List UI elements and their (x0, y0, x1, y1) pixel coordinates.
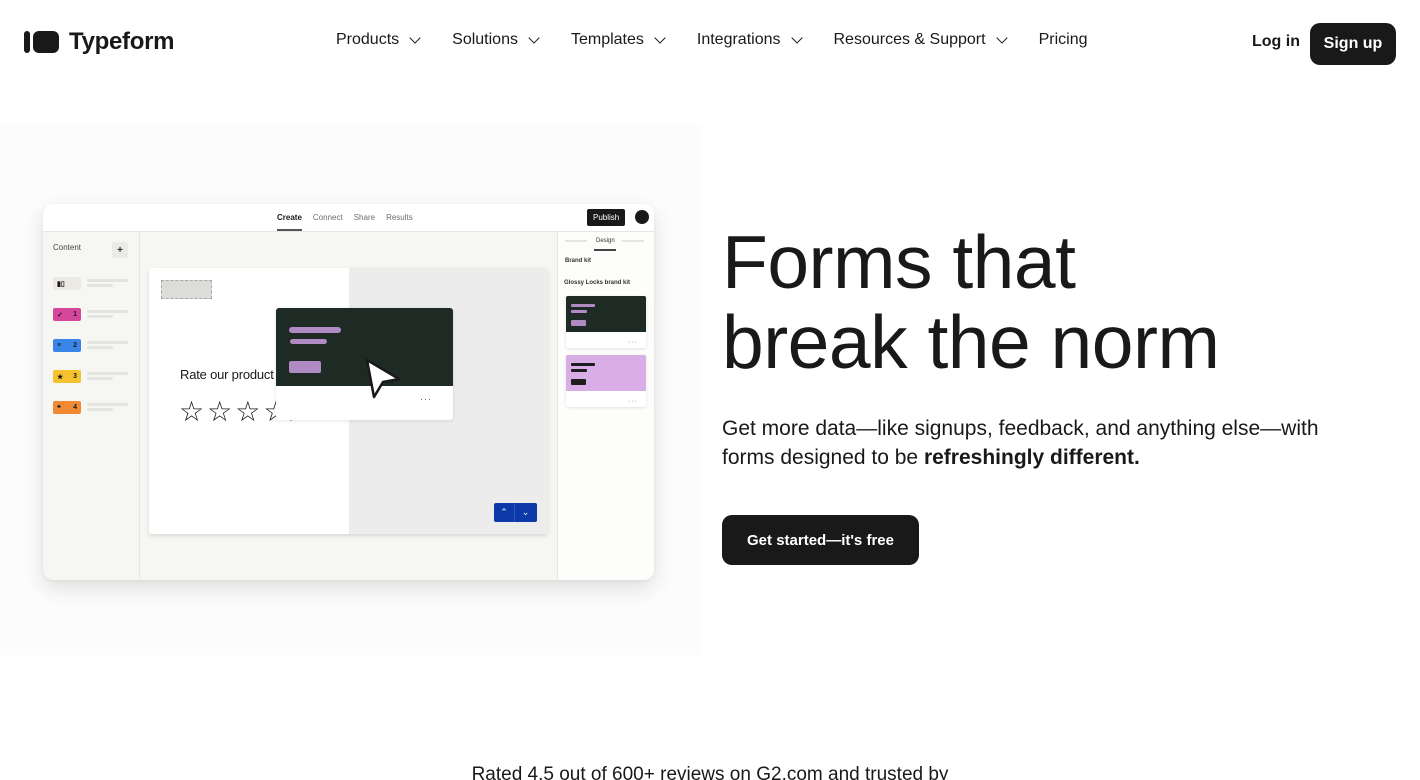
preview-toolbar: Create Connect Share Results Publish (43, 204, 654, 232)
brand-kit-card[interactable]: ··· (566, 355, 646, 407)
chevron-down-icon (654, 31, 666, 44)
tab-results[interactable]: Results (386, 213, 413, 222)
subtext-bold: refreshingly different. (923, 446, 1140, 469)
question-glyph: ★ (57, 373, 64, 381)
kit-swatch (566, 355, 646, 391)
quote-icon: ❝ 4 (53, 401, 81, 414)
question-item-2[interactable]: ≡ 2 (53, 339, 129, 353)
brand-kit-card[interactable]: ··· (566, 296, 646, 348)
menu-item-label: Solutions (452, 31, 518, 48)
product-preview: Create Connect Share Results Publish Con… (43, 204, 654, 580)
menu-item-templates[interactable]: Templates (570, 31, 666, 49)
menu-item-resources-support[interactable]: Resources & Support (833, 31, 1008, 49)
preview-tabs: Create Connect Share Results (277, 213, 413, 231)
chevron-down-icon (790, 31, 803, 44)
star-icon[interactable]: ☆ (235, 398, 260, 426)
menu-item-label: Templates (570, 31, 644, 48)
question-glyph: ❝ (57, 404, 61, 412)
menu-item-label: Integrations (696, 31, 781, 48)
kit-name: Glossy Locks brand kit (564, 280, 631, 286)
menu-item-products[interactable]: Products (336, 31, 421, 49)
previous-arrow-icon[interactable]: ⌃ (494, 503, 515, 522)
tab-share[interactable]: Share (354, 213, 375, 222)
welcome-screen-icon: ▮▯ (53, 277, 81, 290)
question-number: 4 (73, 404, 77, 411)
menu-item-label: Products (336, 31, 400, 48)
logo-placeholder[interactable] (161, 280, 212, 299)
typeform-logo-icon (24, 31, 59, 53)
headline-line-1: Forms that (722, 220, 1076, 304)
social-proof-text: Rated 4.5 out of 600+ reviews on G2.com … (471, 764, 949, 780)
tab-design[interactable]: Design (596, 238, 615, 244)
get-started-button[interactable]: Get started—it's free (722, 515, 919, 565)
next-arrow-icon[interactable]: ⌄ (515, 503, 536, 522)
avatar[interactable] (635, 210, 649, 224)
signup-button[interactable]: Sign up (1310, 23, 1396, 65)
question-glyph: ≡ (57, 342, 62, 349)
content-sidebar: Content + ▮▯ ✓ 1 ≡ 2 ★ 3 ❝ 4 (43, 232, 140, 580)
question-item-1[interactable]: ✓ 1 (53, 308, 129, 322)
login-link[interactable]: Log in (1252, 33, 1300, 51)
cursor-icon (365, 358, 401, 399)
form-navigation: ⌃ ⌄ (494, 503, 537, 522)
more-icon[interactable]: ··· (628, 339, 638, 346)
question-item-welcome[interactable]: ▮▯ (53, 277, 129, 291)
question-item-4[interactable]: ❝ 4 (53, 401, 129, 415)
typeform-logo[interactable]: Typeform (24, 28, 174, 56)
hero-subtext: Get more data—like signups, feedback, an… (722, 414, 1322, 472)
chevron-down-icon (409, 31, 421, 44)
checkmark-icon: ✓ 1 (53, 308, 81, 321)
question-glyph: ✓ (57, 311, 63, 319)
tab-connect[interactable]: Connect (313, 213, 343, 222)
question-title: Rate our product (180, 367, 274, 382)
more-icon[interactable]: ··· (628, 398, 638, 405)
menu-item-integrations[interactable]: Integrations (696, 31, 803, 49)
question-item-3[interactable]: ★ 3 (53, 370, 129, 384)
more-icon[interactable]: ··· (420, 394, 432, 404)
design-panel: Design Brand kit Glossy Locks brand kit … (557, 232, 654, 580)
question-number: 1 (73, 311, 77, 318)
content-label: Content (53, 243, 82, 252)
hero-headline: Forms that break the norm (722, 220, 1220, 384)
short-text-icon: ≡ 2 (53, 339, 81, 352)
brand-kit-label: Brand kit (565, 258, 592, 264)
kit-swatch (566, 296, 646, 332)
star-icon: ★ 3 (53, 370, 81, 383)
chevron-down-icon (528, 31, 540, 44)
top-nav: Typeform Products Solutions Templates In… (0, 0, 1420, 85)
main-menu: Products Solutions Templates Integration… (336, 31, 1087, 49)
star-icon[interactable]: ☆ (179, 398, 204, 426)
question-glyph: ▮▯ (57, 280, 65, 288)
question-number: 3 (73, 373, 77, 380)
logo-text: Typeform (69, 28, 175, 55)
menu-item-pricing[interactable]: Pricing (1039, 31, 1088, 49)
menu-item-label: Resources & Support (833, 31, 986, 48)
tab-create[interactable]: Create (277, 213, 302, 231)
menu-item-label: Pricing (1038, 31, 1088, 48)
publish-button[interactable]: Publish (587, 209, 626, 226)
question-number: 2 (73, 342, 77, 349)
add-question-button[interactable]: + (112, 242, 128, 258)
star-icon[interactable]: ☆ (207, 398, 232, 426)
headline-line-2: break the norm (722, 300, 1220, 384)
menu-item-solutions[interactable]: Solutions (452, 31, 540, 49)
chevron-down-icon (995, 31, 1008, 44)
